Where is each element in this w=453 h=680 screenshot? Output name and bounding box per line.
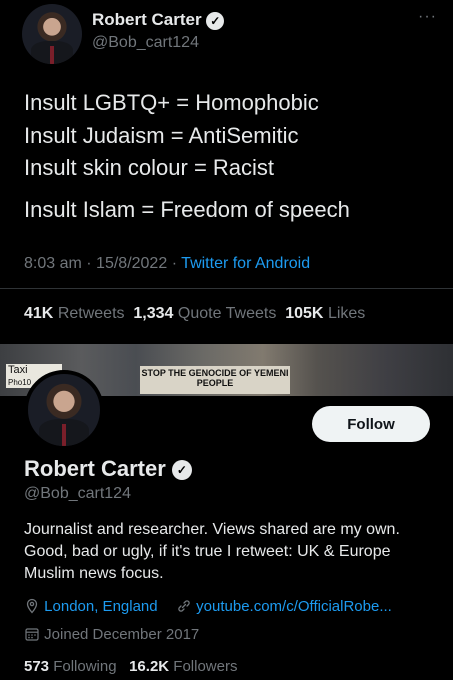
avatar-tie [50,46,54,64]
tweet-text-line-2: Insult Judaism = AntiSemitic [24,123,299,148]
tweet-source[interactable]: Twitter for Android [181,255,310,272]
author-handle[interactable]: @Bob_cart124 [92,34,199,52]
meta-separator: · [86,255,92,272]
likes-label: Likes [327,305,366,322]
retweets-stat[interactable]: 41K Retweets [24,305,125,322]
profile-location: London, England [44,598,158,615]
tweet-text-line-1: Insult LGBTQ+ = Homophobic [24,90,319,115]
profile-name: Robert Carter [24,456,166,481]
verified-badge-icon: ✓ [171,460,192,481]
followers-stat[interactable]: 16.2K Followers [129,658,237,675]
profile-follow-stats: 573 Following 16.2K Followers [24,658,237,675]
quote-tweets-stat[interactable]: 1,334 Quote Tweets [133,305,276,322]
tweet-stats: 41K Retweets 1,334 Quote Tweets 105K Lik… [24,305,365,323]
followers-count: 16.2K [129,658,170,675]
meta-separator: · [171,255,178,272]
followers-label: Followers [173,658,238,675]
profile-location-row: London, England [24,598,158,615]
verified-badge-icon: ✓ [206,11,225,30]
following-count: 573 [24,658,50,675]
author-name-row[interactable]: Robert Carter ✓ [92,10,225,30]
quote-tweets-count: 1,334 [133,305,174,322]
author-name[interactable]: Robert Carter [92,10,202,29]
more-options-icon[interactable]: ··· [418,8,437,26]
tweet-time[interactable]: 8:03 am [24,255,82,272]
location-pin-icon [26,598,38,614]
banner-protest-sign: STOP THE GENOCIDE OF YEMENI PEOPLE [140,366,290,394]
quote-tweets-label: Quote Tweets [177,305,277,322]
following-stat[interactable]: 573 Following [24,658,117,675]
likes-count: 105K [285,305,324,322]
retweets-label: Retweets [57,305,125,322]
profile-joined-date: Joined December 2017 [44,626,200,643]
profile-website-link[interactable]: youtube.com/c/OfficialRobe... [196,598,392,615]
tweet-text-line-3: Insult skin colour = Racist [24,155,275,180]
calendar-icon [25,628,39,641]
divider [0,288,453,289]
retweets-count: 41K [24,305,54,322]
link-icon [178,600,190,612]
profile-joined-row: Joined December 2017 [24,626,199,643]
profile-handle: @Bob_cart124 [24,485,131,502]
follow-button[interactable]: Follow [312,406,430,442]
tweet-meta: 8:03 am · 15/8/2022 · Twitter for Androi… [24,255,310,273]
avatar-tie [61,424,67,446]
banner-taxi-text: Taxi [8,364,28,376]
profile-avatar[interactable] [24,370,104,450]
profile-name-row: Robert Carter ✓ [24,456,192,482]
following-label: Following [53,658,117,675]
tweet-text-line-4: Insult Islam = Freedom of speech [24,197,350,222]
author-avatar[interactable] [22,4,82,64]
likes-stat[interactable]: 105K Likes [285,305,365,322]
profile-website-row[interactable]: youtube.com/c/OfficialRobe... [176,598,392,615]
banner-taxi-subtext: Pho10 [8,378,32,387]
tweet-date[interactable]: 15/8/2022 [96,255,167,272]
profile-bio: Journalist and researcher. Views shared … [24,521,400,582]
